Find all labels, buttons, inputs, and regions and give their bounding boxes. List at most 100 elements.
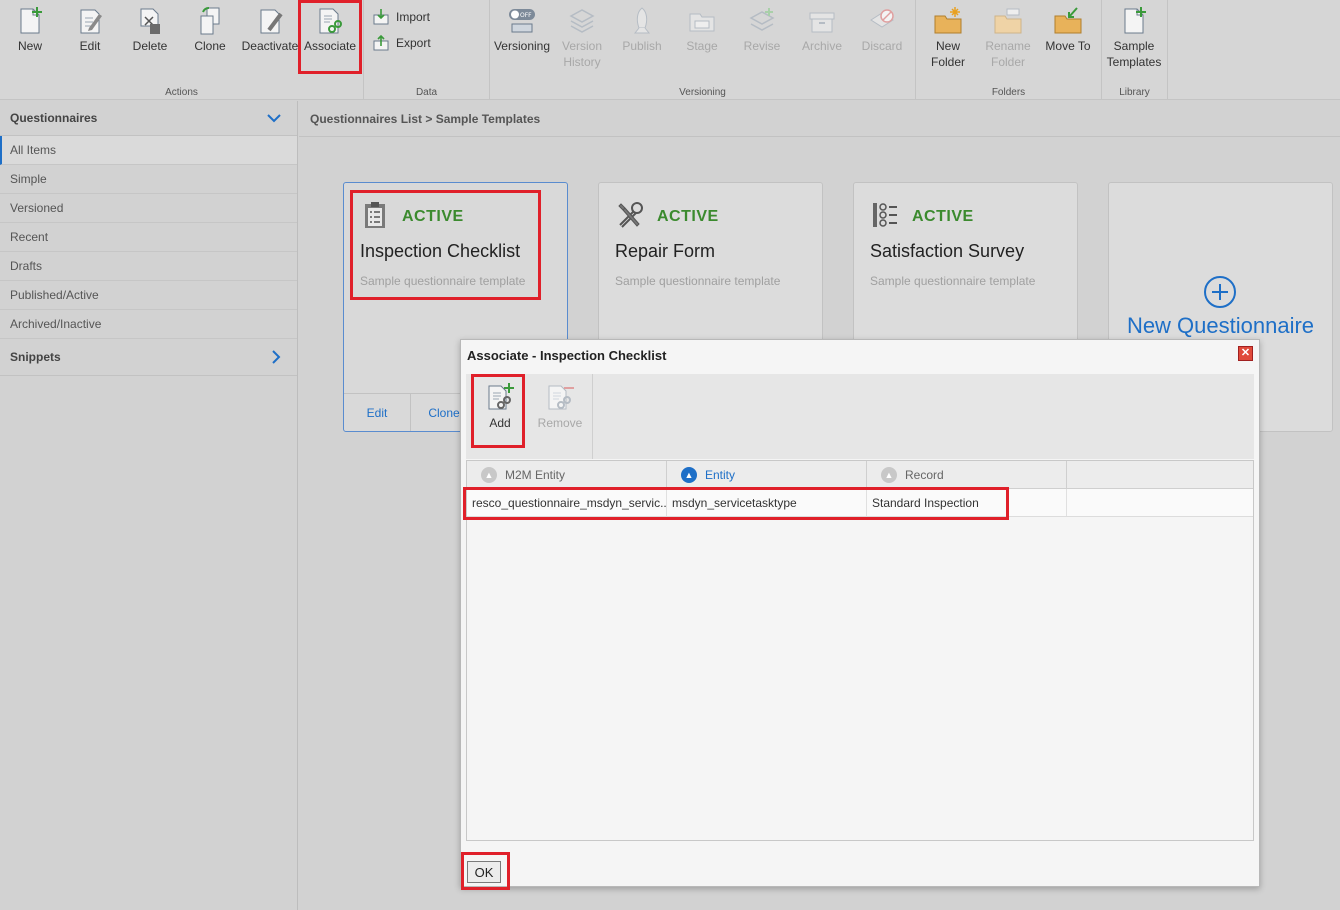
sidebar: Questionnaires All Items Simple Versione… [0,101,298,910]
card-title: Satisfaction Survey [870,241,1025,261]
cell-entity: msdyn_servicetasktype [667,489,867,516]
sidebar-item-simple[interactable]: Simple [0,165,297,194]
ok-button[interactable]: OK [467,861,501,883]
associate-icon [319,8,342,34]
new-folder-button[interactable]: New Folder [919,6,977,70]
clipboard-icon [365,202,385,228]
revise-icon [749,8,775,31]
sort-icon: ▲ [881,466,897,483]
toolbar-divider [592,374,593,459]
plus-circle-icon [1204,276,1236,308]
status-badge: ACTIVE [912,208,974,225]
card-title: Inspection Checklist [360,241,521,261]
tools-icon [618,202,643,228]
ribbon-group-versioning: OFF Versioning Version History Publish S… [490,0,916,100]
sidebar-item-all-items[interactable]: All Items [0,136,297,165]
sidebar-item-versioned[interactable]: Versioned [0,194,297,223]
chevron-right-icon [272,350,281,364]
move-to-folder-icon [1054,7,1082,34]
discard-icon [870,9,894,28]
versioning-button[interactable]: OFF Versioning [493,6,551,54]
delete-icon [140,8,160,34]
clone-button[interactable]: Clone [181,6,239,54]
sample-templates-icon [1124,7,1146,34]
sidebar-item-drafts[interactable]: Drafts [0,252,297,281]
remove-button[interactable]: Remove [532,382,588,430]
association-grid: ▲ M2M Entity ▲ Entity ▲ Record resco_que… [466,460,1254,841]
discard-button[interactable]: Discard [853,6,911,54]
rocket-icon [633,7,651,34]
sort-icon: ▲ [481,466,497,483]
move-to-button[interactable]: Move To [1039,6,1097,54]
import-button[interactable]: Import [372,8,430,26]
version-history-button[interactable]: Version History [553,6,611,70]
publish-button[interactable]: Publish [613,6,671,54]
rename-folder-icon [994,8,1022,34]
version-history-icon [569,9,595,33]
new-document-icon [20,7,42,34]
associate-dialog: Associate - Inspection Checklist ✕ Add R… [460,339,1260,890]
new-folder-icon [934,7,962,34]
chevron-down-icon [267,114,281,123]
new-questionnaire-label: New Questionnaire [1126,313,1315,338]
add-association-icon [488,383,514,410]
sidebar-item-recent[interactable]: Recent [0,223,297,252]
group-label-versioning: Versioning [679,87,726,98]
column-entity[interactable]: ▲ Entity [667,461,867,488]
sidebar-item-published-active[interactable]: Published/Active [0,281,297,310]
status-badge: ACTIVE [657,208,719,225]
column-record[interactable]: ▲ Record [867,461,1067,488]
cell-record: Standard Inspection [867,489,1067,516]
export-icon [373,34,389,51]
archive-button[interactable]: Archive [793,6,851,54]
ribbon-toolbar: New Edit Delete Clone Deactivate Associa… [0,0,1340,100]
close-icon[interactable]: ✕ [1238,346,1253,361]
column-m2m-entity[interactable]: ▲ M2M Entity [467,461,667,488]
status-badge: ACTIVE [402,208,464,225]
group-label-folders: Folders [991,87,1026,98]
ribbon-group-folders: New Folder Rename Folder Move To Folders [916,0,1102,100]
versioning-toggle-icon: OFF [509,9,535,33]
ribbon-group-library: Sample Templates Library [1102,0,1168,100]
deactivate-button[interactable]: Deactivate [241,6,299,54]
revise-button[interactable]: Revise [733,6,791,54]
stage-button[interactable]: Stage [673,6,731,54]
sample-templates-button[interactable]: Sample Templates [1105,6,1163,70]
export-button[interactable]: Export [372,34,431,52]
deactivate-icon [260,9,283,34]
sidebar-header-snippets[interactable]: Snippets [0,339,297,376]
survey-icon [873,203,897,227]
archive-box-icon [809,12,835,33]
card-subtitle: Sample questionnaire template [870,274,1036,288]
grid-header: ▲ M2M Entity ▲ Entity ▲ Record [467,461,1253,489]
cell-m2m-entity: resco_questionnaire_msdyn_servic... [467,489,667,516]
card-title: Repair Form [615,241,716,261]
group-label-library: Library [1119,87,1150,98]
dialog-title: Associate - Inspection Checklist [461,340,1259,370]
add-button[interactable]: Add [472,382,528,430]
associate-button[interactable]: Associate [301,6,359,54]
svg-text:OFF: OFF [520,12,532,19]
edit-icon [80,9,102,34]
card-subtitle: Sample questionnaire template [360,274,526,288]
rename-folder-button[interactable]: Rename Folder [979,6,1037,70]
new-button[interactable]: New [1,6,59,54]
edit-button[interactable]: Edit [61,6,119,54]
table-row[interactable]: resco_questionnaire_msdyn_servic... msdy… [467,489,1253,517]
sort-icon: ▲ [681,466,697,483]
ribbon-group-actions: New Edit Delete Clone Deactivate Associa… [0,0,364,100]
sidebar-item-archived-inactive[interactable]: Archived/Inactive [0,310,297,339]
sidebar-header-questionnaires[interactable]: Questionnaires [0,101,297,136]
import-icon [373,9,389,25]
breadcrumb: Questionnaires List > Sample Templates [299,101,1340,137]
clone-icon [200,7,220,35]
dialog-toolbar: Add Remove [466,374,1254,459]
stage-icon [689,13,715,32]
remove-association-icon [548,385,574,410]
group-label-data: Data [415,87,438,98]
ribbon-group-data: Import Export Data [364,0,490,100]
group-label-actions: Actions [165,87,198,98]
delete-button[interactable]: Delete [121,6,179,54]
card-edit-link[interactable]: Edit [344,394,411,431]
card-subtitle: Sample questionnaire template [615,274,781,288]
